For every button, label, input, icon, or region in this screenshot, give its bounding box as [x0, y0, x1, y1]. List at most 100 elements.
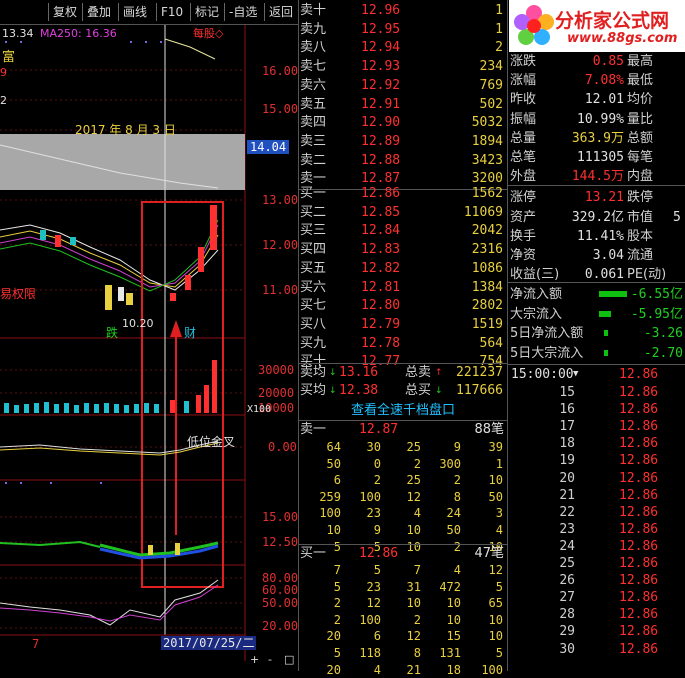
- tick-row: 21 12.86: [509, 487, 685, 504]
- kline-chart-panel[interactable]: 13.34 MA250: 16.36 每股◇ 富 9 2 2017 年 8 月 …: [0, 25, 298, 671]
- bid-row[interactable]: 买七 12.80 2802: [299, 297, 506, 315]
- ask-row[interactable]: 卖五 12.91 502: [299, 96, 506, 114]
- toolbar-fuquan-button[interactable]: 复权: [48, 3, 81, 21]
- bid-row[interactable]: 买八 12.79 1519: [299, 316, 506, 334]
- ask-label: 卖七: [300, 59, 327, 75]
- flow-value: -3.26: [643, 326, 683, 341]
- depth-cell: 2: [453, 473, 461, 488]
- ask-row[interactable]: 卖六 12.92 769: [299, 77, 506, 95]
- ask-row[interactable]: 卖九 12.95 1: [299, 21, 506, 39]
- stat-value: 363.9万: [571, 130, 624, 146]
- depth-cell: 25: [406, 473, 421, 488]
- toolbar-back-button[interactable]: 返回: [264, 3, 297, 21]
- ask-row[interactable]: 卖三 12.89 1894: [299, 133, 506, 151]
- tick-price: 12.86: [619, 521, 659, 537]
- bid-price: 12.80: [361, 298, 401, 314]
- toolbar-drawline-button[interactable]: 画线: [118, 3, 151, 21]
- tick-time: 20: [559, 470, 575, 486]
- depth-cell: 131: [439, 646, 461, 660]
- tick-row: 29 12.86: [509, 623, 685, 640]
- total-label: 总卖: [405, 365, 432, 380]
- depth-cell: 4: [373, 662, 381, 677]
- depth-cell: 9: [373, 523, 381, 537]
- depth-cell: 10: [406, 523, 421, 537]
- stat-row: 资产 329.2亿 市值 5: [509, 208, 685, 227]
- stat-value: 10.99%: [577, 111, 624, 127]
- bid-row[interactable]: 买四 12.83 2316: [299, 241, 506, 259]
- depth-cell: 300: [439, 456, 461, 471]
- flow-bar: [599, 310, 611, 317]
- stat-row: 净资 3.04 流通: [509, 246, 685, 265]
- flow-label: 大宗流入: [510, 306, 563, 322]
- indicator-axis-zero: 0.00: [268, 440, 297, 454]
- bid-row[interactable]: 买六 12.81 1384: [299, 279, 506, 297]
- toolbar-f10-button[interactable]: F10: [156, 3, 187, 21]
- stat-value: 144.5万: [571, 169, 624, 185]
- price-axis-12: 12.00: [262, 238, 299, 252]
- depth-cell: 50: [326, 456, 341, 471]
- chart-mode-label[interactable]: 每股◇: [193, 27, 223, 40]
- ask-row[interactable]: 卖十 12.96 1: [299, 2, 506, 20]
- tick-time: 26: [559, 573, 575, 589]
- bid-row[interactable]: 买九 12.78 564: [299, 335, 506, 353]
- depth-cell: 25: [406, 440, 421, 454]
- depth-cell: 10: [488, 612, 503, 627]
- depth-cell: 10: [488, 629, 503, 644]
- bid-label: 买六: [300, 279, 327, 295]
- ask-price: 12.88: [361, 152, 401, 168]
- depth-cell: 12: [406, 629, 421, 644]
- osc-axis-50: 50.00: [262, 596, 299, 610]
- chevron-down-icon[interactable]: ▼: [573, 366, 578, 383]
- stat-label: 涨跌: [510, 54, 537, 69]
- bid-price: 12.85: [361, 204, 401, 220]
- ask-row[interactable]: 卖二 12.88 3423: [299, 152, 506, 170]
- ask-label: 卖十: [300, 3, 327, 18]
- ask-row[interactable]: 卖四 12.90 5032: [299, 114, 506, 132]
- depth-row: 2 12 10 10 65: [299, 595, 507, 611]
- ask-row[interactable]: 卖八 12.94 2: [299, 39, 506, 57]
- ask-row[interactable]: 卖七 12.93 234: [299, 58, 506, 76]
- depth-row: 259 100 12 8 50: [299, 489, 507, 505]
- osc-axis-60: 60.00: [262, 583, 299, 597]
- tick-price: 12.86: [619, 453, 659, 469]
- depth-cell: 5: [373, 563, 381, 577]
- zoom-out-button[interactable]: -: [268, 653, 272, 666]
- flow-row: 5日大宗流入 -2.70: [509, 344, 685, 363]
- bid-row[interactable]: 买三 12.84 2042: [299, 222, 506, 240]
- bid-label: 买八: [300, 316, 327, 332]
- toolbar-watchlist-button[interactable]: -自选: [224, 3, 261, 21]
- depth-cell: 5: [333, 579, 341, 594]
- depth-cell: 10: [488, 473, 503, 488]
- bid-row[interactable]: 买二 12.85 11069: [299, 204, 506, 222]
- bid-volume: 11069: [463, 204, 503, 220]
- bid-row[interactable]: 买一 12.86 1562: [299, 185, 506, 203]
- tick-time: 19: [559, 453, 575, 469]
- kline-chart-graphics: [0, 25, 246, 661]
- stat-value: 12.01: [584, 92, 624, 108]
- toolbar-mark-button[interactable]: 标记: [190, 3, 223, 21]
- price-axis-15: 15.00: [262, 102, 299, 116]
- stat-label: 振幅: [510, 111, 537, 127]
- bid-row[interactable]: 买五 12.82 1086: [299, 260, 506, 278]
- toolbar-overlay-button[interactable]: 叠加: [82, 3, 115, 21]
- depth-cell: 1: [495, 456, 503, 471]
- bid-price: 12.79: [361, 316, 401, 332]
- zoom-in-button[interactable]: +: [250, 653, 259, 666]
- stat-label-2: 每笔: [627, 150, 654, 165]
- chart-toolbar: 复权 叠加 画线 F10 标记 -自选 返回: [0, 0, 298, 25]
- depth-link[interactable]: 查看全速千档盘口: [299, 402, 507, 420]
- depth-cell: 472: [439, 579, 461, 594]
- tick-time: 30: [559, 641, 575, 657]
- depth-cell: 12: [366, 596, 381, 611]
- tick-price: 12.86: [619, 436, 659, 452]
- depth-row: 5 118 8 131 5: [299, 645, 507, 661]
- total-label: 总买: [405, 383, 432, 398]
- stat-label: 涨幅: [510, 73, 537, 89]
- fullscreen-button[interactable]: □: [284, 653, 294, 666]
- stat-value: 0.85: [592, 54, 624, 69]
- bid-volume: 2042: [471, 223, 503, 239]
- price-axis-13: 13.00: [262, 193, 299, 207]
- total-volume: 117666: [456, 383, 503, 398]
- order-book-panel: 卖十 12.96 1 卖九 12.95 1 卖八 12.94 2 卖七 12.93 234 卖六 12.9…: [299, 0, 507, 400]
- stat-label-2: 最高: [627, 54, 654, 69]
